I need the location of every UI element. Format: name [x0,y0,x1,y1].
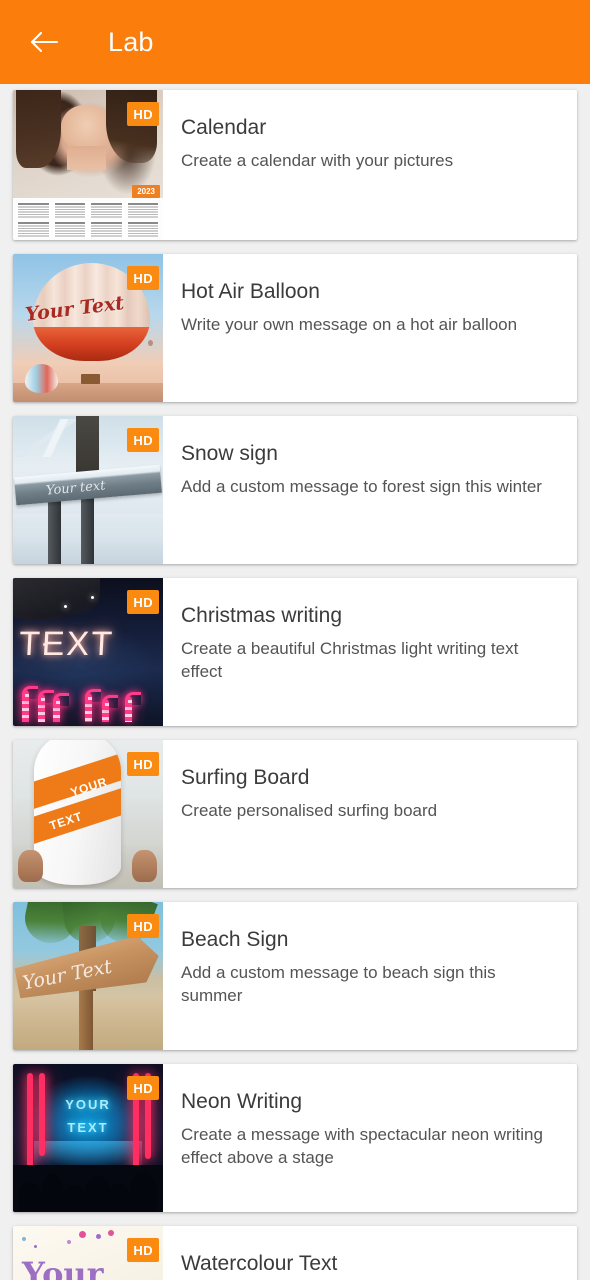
arrow-left-icon [29,30,59,54]
watercolour-text-thumbnail: Your Text HD [13,1226,163,1280]
hd-badge: HD [127,102,159,126]
list-item-neon-writing[interactable]: YOUR TEXT HD Neon Writing Create a messa… [13,1064,577,1212]
hd-badge: HD [127,752,159,776]
calendar-text-block: Calendar Create a calendar with your pic… [163,90,577,240]
christmas-text-effect: TEXT [18,625,115,664]
calendar-thumbnail: 2023 HD [13,90,163,240]
hd-badge: HD [127,590,159,614]
list-item-title: Surfing Board [181,766,310,789]
hd-badge: HD [127,914,159,938]
calendar-year-badge: 2023 [132,184,160,198]
snow-sign-text-block: Snow sign Add a custom message to forest… [163,416,577,564]
watercolour-text-block: Watercolour Text Write a colourful text … [163,1226,577,1280]
list-item-title: Neon Writing [181,1090,302,1113]
surfing-board-thumbnail: YOUR TEXT HD [13,740,163,888]
list-item-title: Watercolour Text [181,1252,338,1275]
list-item-watercolour-text[interactable]: Your Text HD Watercolour Text Write a co… [13,1226,577,1280]
surfing-board-text-block: Surfing Board Create personalised surfin… [163,740,577,888]
crowd-silhouette [13,1164,163,1212]
list-item-hot-air-balloon[interactable]: Your Text HD Hot Air Balloon Write your … [13,254,577,402]
list-item-title: Calendar [181,116,267,139]
list-item-subtitle: Create a message with spectacular neon w… [181,1124,543,1167]
list-item-subtitle: Create a calendar with your pictures [181,150,454,170]
list-item-surfing-board[interactable]: YOUR TEXT HD Surfing Board Create person… [13,740,577,888]
neon-writing-thumbnail: YOUR TEXT HD [13,1064,163,1212]
hd-badge: HD [127,1238,159,1262]
hot-air-balloon-text-block: Hot Air Balloon Write your own message o… [163,254,577,402]
list-item-subtitle: Create personalised surfing board [181,800,438,820]
list-item-christmas-writing[interactable]: TEXT HD Christmas writing Create a beaut… [13,578,577,726]
christmas-writing-text-block: Christmas writing Create a beautiful Chr… [163,578,577,726]
list-item-title: Hot Air Balloon [181,280,320,303]
snow-sign-thumbnail: Your text HD [13,416,163,564]
list-item-subtitle: Create a beautiful Christmas light writi… [181,638,519,681]
list-item-title: Beach Sign [181,928,289,951]
app-bar: Lab [0,0,590,84]
list-item-subtitle: Write your own message on a hot air ball… [181,314,518,334]
calendar-month-grid [13,198,163,240]
list-item-title: Christmas writing [181,604,343,627]
list-item-snow-sign[interactable]: Your text HD Snow sign Add a custom mess… [13,416,577,564]
hot-air-balloon-thumbnail: Your Text HD [13,254,163,402]
list-item-calendar[interactable]: 2023 HD Calendar Create a calendar with … [13,90,577,240]
list-item-beach-sign[interactable]: Your Text HD Beach Sign Add a custom mes… [13,902,577,1050]
hd-badge: HD [127,1076,159,1100]
back-button[interactable] [22,20,66,64]
list-item-subtitle: Add a custom message to beach sign this … [181,962,496,1005]
list-item-title: Snow sign [181,442,278,465]
beach-sign-thumbnail: Your Text HD [13,902,163,1050]
list-item-subtitle: Add a custom message to forest sign this… [181,476,542,496]
neon-text-line-2: TEXT [67,1120,109,1136]
page-title: Lab [108,26,154,57]
neon-writing-text-block: Neon Writing Create a message with spect… [163,1064,577,1212]
christmas-writing-thumbnail: TEXT HD [13,578,163,726]
watercolour-text-line-1: Your [22,1254,104,1280]
hd-badge: HD [127,266,159,290]
lab-effects-list[interactable]: 2023 HD Calendar Create a calendar with … [0,84,590,1280]
hd-badge: HD [127,428,159,452]
beach-sign-text-block: Beach Sign Add a custom message to beach… [163,902,577,1050]
